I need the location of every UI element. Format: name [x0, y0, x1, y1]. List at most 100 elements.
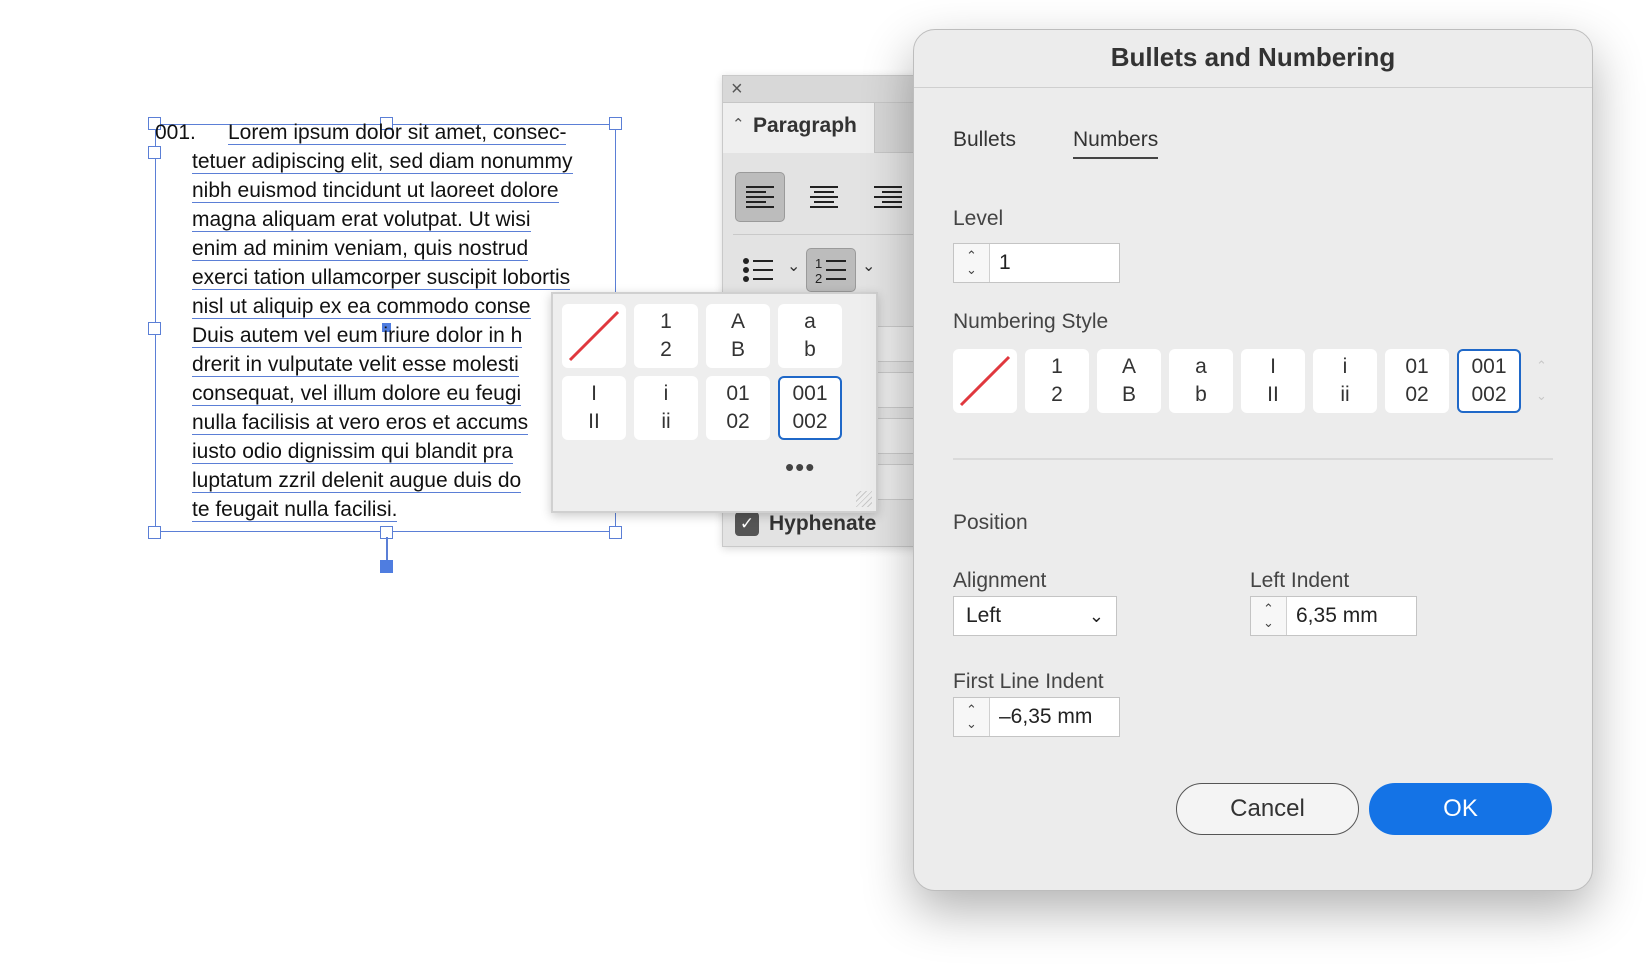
numbering-style-upper-alpha[interactable]: AB [1097, 349, 1161, 413]
more-options-button[interactable]: ••• [785, 452, 815, 483]
align-center-button[interactable] [799, 172, 849, 222]
frame-handle-bottom-left[interactable] [148, 526, 161, 539]
numbering-style-label: Numbering Style [953, 310, 1109, 333]
left-indent-stepper[interactable]: ⌃ ⌄ 6,35 mm [1250, 596, 1417, 636]
style-line2: 2 [1051, 383, 1063, 406]
style-line1: 001 [1471, 355, 1507, 378]
numbered-list-icon: 12 [815, 256, 846, 285]
dialog-title: Bullets and Numbering [1110, 42, 1396, 72]
style-line1: a [804, 310, 816, 333]
section-divider [953, 458, 1553, 460]
numbering-style-lower-roman[interactable]: i ii [634, 376, 698, 440]
style-line2: b [1195, 383, 1207, 406]
numbering-style-none[interactable] [562, 304, 626, 368]
numbering-style-upper-roman[interactable]: I II [562, 376, 626, 440]
numbering-style-popover: 1 2 A Ba b I II i ii 01 02 001 002 ••• [551, 292, 878, 513]
style-line2: 02 [1405, 383, 1429, 406]
style-line1: A [730, 310, 745, 333]
style-line1: I [591, 382, 597, 405]
style-line2: 02 [726, 410, 750, 433]
scroll-arrows-icon[interactable]: ⌃ ⌄ [1536, 351, 1547, 411]
cancel-button[interactable]: Cancel [1176, 783, 1359, 835]
style-line1: 1 [1051, 355, 1063, 378]
numbered-list-button[interactable]: 12 [806, 248, 856, 292]
align-left-button[interactable] [735, 172, 785, 222]
svg-text:2: 2 [815, 271, 822, 285]
svg-text:1: 1 [815, 256, 822, 271]
list-number-label: 001. [155, 121, 196, 144]
stepper-arrows-icon[interactable]: ⌃ ⌄ [954, 698, 990, 736]
numbering-style-lower-alpha[interactable]: ab [1169, 349, 1233, 413]
alignment-select[interactable]: Left ⌄ [953, 596, 1117, 636]
style-line1: 01 [726, 382, 750, 405]
text-line: tetuer adipiscing elit, sed diam nonummy [155, 147, 625, 176]
numbering-style-two-digit[interactable]: 01 02 [706, 376, 770, 440]
first-line-indent-stepper[interactable]: ⌃ ⌄ –6,35 mm [953, 697, 1120, 737]
text-line-content: luptatum zzril delenit augue duis do [192, 469, 522, 493]
align-right-button[interactable] [863, 172, 913, 222]
style-line1: A [1121, 355, 1136, 378]
text-line-content: te feugait nulla facilisi. [192, 498, 398, 522]
frame-handle-bottom-right[interactable] [609, 526, 622, 539]
align-center-icon [810, 186, 838, 208]
style-line1: 1 [660, 310, 672, 333]
stepper-arrows-icon[interactable]: ⌃ ⌄ [1251, 597, 1287, 635]
style-line1: I [1270, 355, 1276, 378]
resize-grip-icon[interactable] [856, 491, 872, 507]
tab-numbers[interactable]: Numbers [1073, 128, 1159, 159]
rotation-handle[interactable] [380, 560, 393, 573]
stepper-arrows-icon[interactable]: ⌃ ⌄ [954, 244, 990, 282]
level-value[interactable]: 1 [990, 244, 1011, 282]
first-line-indent-value[interactable]: –6,35 mm [990, 698, 1092, 736]
style-line1: i [663, 382, 669, 405]
level-stepper[interactable]: ⌃ ⌄ 1 [953, 243, 1120, 283]
close-icon[interactable]: × [731, 79, 743, 99]
tab-bullets[interactable]: Bullets [953, 128, 1016, 152]
text-line-content: exerci tation ullamcorper suscipit lobor… [192, 266, 571, 290]
chevron-down-icon[interactable]: ⌄ [787, 256, 800, 276]
style-line2: II [588, 410, 600, 433]
text-line: exerci tation ullamcorper suscipit lobor… [155, 263, 625, 292]
style-line2: b [804, 338, 816, 361]
style-line1: 01 [1405, 355, 1429, 378]
numbering-style-none[interactable] [953, 349, 1017, 413]
numbering-style-arabic[interactable]: 12 [1025, 349, 1089, 413]
chevron-down-icon[interactable]: ⌄ [862, 256, 875, 276]
style-line2: B [730, 338, 745, 361]
position-label: Position [953, 511, 1028, 534]
numbering-style-lower-alpha[interactable]: ab [778, 304, 842, 368]
numbering-style-two-digit[interactable]: 01 02 [1385, 349, 1449, 413]
bulleted-list-button[interactable] [733, 248, 783, 292]
align-right-icon [874, 186, 902, 208]
style-line2: 002 [792, 410, 828, 433]
hyphenate-row[interactable]: ✓ Hyphenate [735, 512, 876, 536]
style-line2: 002 [1471, 383, 1507, 406]
style-line2: 2 [660, 338, 672, 361]
text-line-content: consequat, vel illum dolore eu feugi [192, 382, 522, 406]
style-line2: ii [1340, 383, 1350, 406]
hyphenate-checkbox[interactable]: ✓ [735, 512, 759, 536]
style-line2: ii [661, 410, 671, 433]
canvas: 001. Lorem ipsum dolor sit amet, consec-t… [0, 0, 1648, 974]
first-line-indent-label: First Line Indent [953, 670, 1104, 693]
numbering-style-upper-roman[interactable]: I II [1241, 349, 1305, 413]
bullets-numbering-dialog: Bullets and Numbering Bullets Numbers Le… [913, 29, 1593, 891]
text-line-content: tetuer adipiscing elit, sed diam nonummy [192, 150, 573, 174]
ok-button[interactable]: OK [1369, 783, 1552, 835]
no-style-icon [568, 310, 620, 362]
chevron-down-icon: ⌄ [1088, 605, 1104, 626]
text-line-content: nibh euismod tincidunt ut laoreet dolore [192, 179, 559, 203]
numbering-style-three-digit[interactable]: 001 002 [1457, 349, 1521, 413]
text-line-content: Lorem ipsum dolor sit amet, consec- [228, 121, 567, 145]
numbering-style-arabic[interactable]: 12 [634, 304, 698, 368]
numbering-style-row: 1 2 A Ba b I II i ii 01 02 001 002 [953, 349, 1521, 413]
numbering-style-upper-alpha[interactable]: AB [706, 304, 770, 368]
numbering-style-lower-roman[interactable]: i ii [1313, 349, 1377, 413]
left-indent-value[interactable]: 6,35 mm [1287, 597, 1378, 635]
text-line: 001. Lorem ipsum dolor sit amet, consec- [155, 118, 625, 147]
numbering-style-three-digit[interactable]: 001 002 [778, 376, 842, 440]
popover-style-grid: 1 2 A Ba b I II i ii 01 02 001 002 [562, 304, 842, 440]
text-line-content: Duis autem vel eum iriure dolor in h [192, 324, 523, 348]
align-left-icon [746, 186, 774, 208]
tab-paragraph[interactable]: ⌃ Paragraph [723, 103, 875, 153]
